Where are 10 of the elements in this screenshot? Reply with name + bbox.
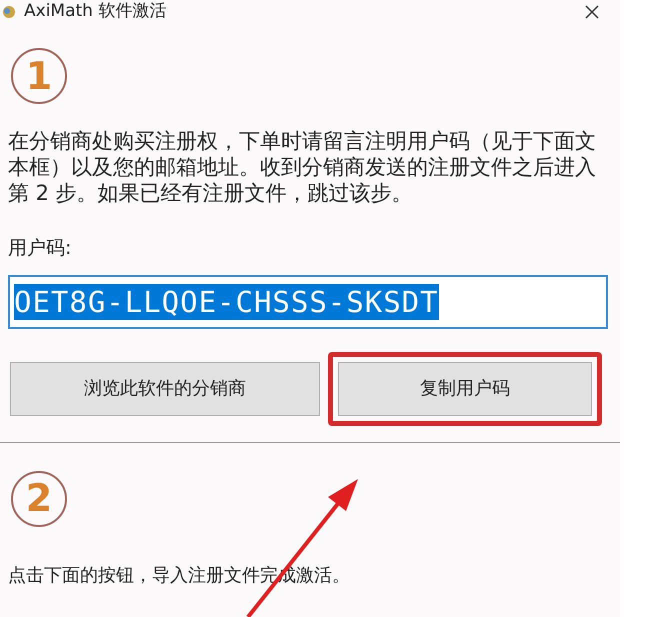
window-title: AxiMath 软件激活	[24, 0, 166, 24]
close-icon[interactable]	[584, 4, 600, 20]
action-button[interactable]: 浏览此软件的分销商	[10, 362, 320, 416]
step-number-badge: 2	[11, 470, 67, 526]
step-number-badge: 1	[11, 48, 67, 104]
action-button[interactable]: 复制用户码	[338, 362, 592, 416]
instruction-text: 在分销商处购买注册权，下单时请留言注明用户码（见于下面文本框）以及您的邮箱地址。收到分销商发送的注册文件之后进入第 2 步。如果已经有注册文件，跳过该步。	[8, 128, 597, 206]
code-field[interactable]: OET8G-LLQOE-CHSSS-SKSDT	[8, 274, 608, 328]
app-icon	[2, 5, 16, 19]
field-label: 用户码:	[8, 236, 72, 261]
